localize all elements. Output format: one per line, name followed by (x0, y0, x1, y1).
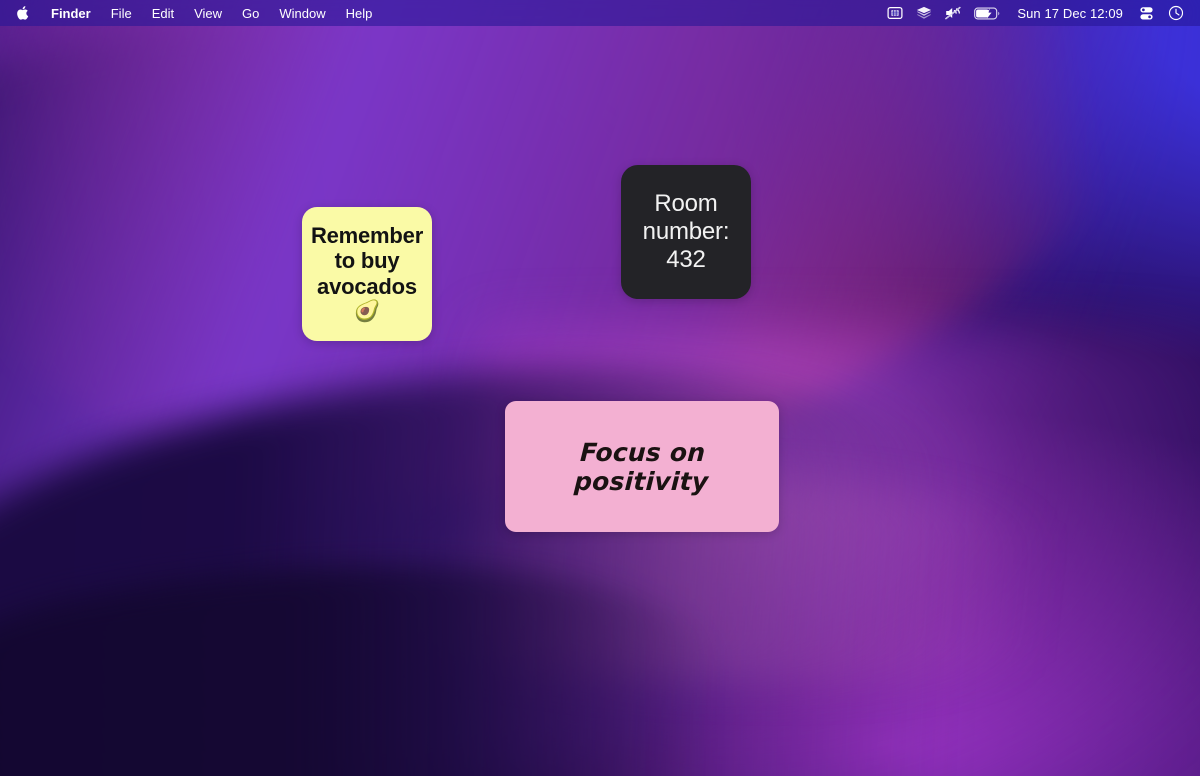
sticky-note-dark-text: Room number: 432 (621, 190, 751, 275)
sticky-note-yellow[interactable]: Remember to buy avocados 🥑 (302, 207, 432, 341)
note-dark-line-1: Room (654, 189, 718, 217)
menu-item-finder[interactable]: Finder (41, 4, 101, 23)
desktop-wallpaper (0, 0, 1200, 776)
menu-bar-status-items: Sun 17 Dec 12:09 (887, 5, 1190, 21)
menu-item-help[interactable]: Help (336, 4, 383, 23)
menu-item-window[interactable]: Window (269, 4, 335, 23)
menu-item-file[interactable]: File (101, 4, 142, 23)
note-yellow-line-1: Remember (310, 222, 424, 248)
desktop-screen: Finder File Edit View Go Window Help Sun… (0, 0, 1200, 776)
battery-charging-icon[interactable] (974, 7, 1000, 20)
screen-mirroring-icon[interactable] (887, 6, 903, 20)
avocado-icon: 🥑 (354, 300, 380, 324)
note-dark-line-3: 432 (666, 246, 706, 274)
apple-logo-icon[interactable] (12, 5, 41, 21)
menu-item-edit[interactable]: Edit (142, 4, 184, 23)
volume-muted-icon[interactable] (945, 6, 961, 20)
menu-extras-icon[interactable] (1138, 6, 1155, 21)
sticky-note-yellow-text: Remember to buy avocados 🥑 (302, 223, 432, 326)
menu-bar: Finder File Edit View Go Window Help Sun… (0, 0, 1200, 26)
menu-bar-app-menus: Finder File Edit View Go Window Help (12, 4, 382, 23)
siri-clock-icon[interactable] (1168, 5, 1184, 21)
sticky-note-pink[interactable]: Focus on positivity (505, 401, 779, 532)
note-yellow-line-3: avocados (317, 273, 417, 299)
note-dark-line-2: number: (642, 217, 730, 245)
menu-bar-clock[interactable]: Sun 17 Dec 12:09 (1013, 6, 1125, 21)
sticky-note-dark[interactable]: Room number: 432 (621, 165, 751, 299)
sticky-note-pink-text: Focus on positivity (573, 437, 710, 496)
menu-item-go[interactable]: Go (232, 4, 269, 23)
control-center-icon[interactable] (916, 6, 932, 21)
menu-item-view[interactable]: View (184, 4, 232, 23)
note-yellow-line-2: to buy (334, 248, 400, 274)
